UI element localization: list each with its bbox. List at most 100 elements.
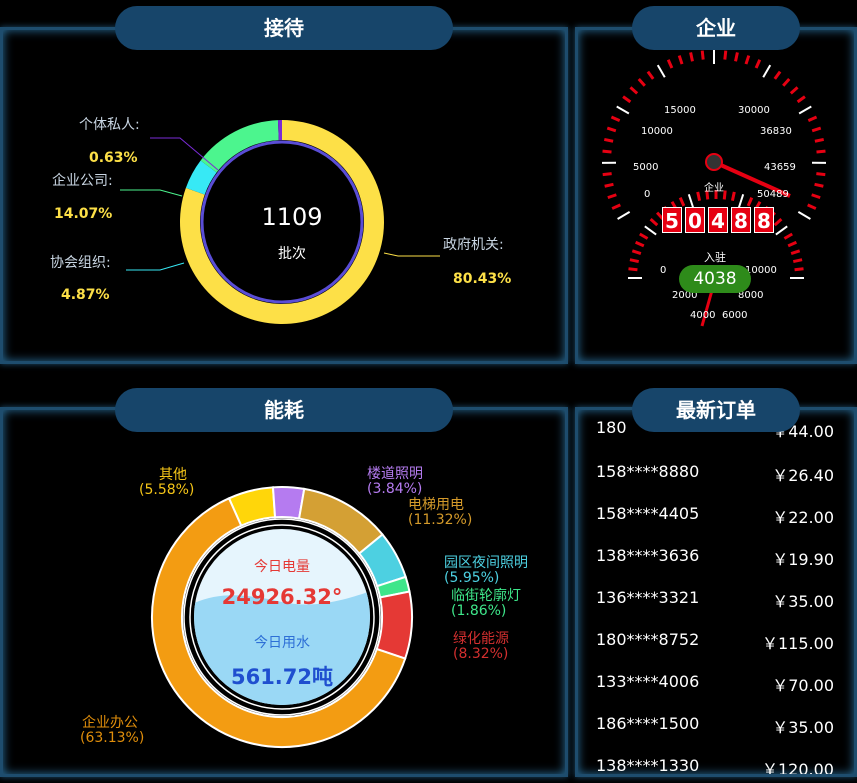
- gauge-tick: [816, 149, 826, 154]
- g1-tick-5: 36830: [760, 126, 792, 137]
- gauge-tick: [787, 240, 798, 248]
- gauge-tick: [746, 196, 754, 207]
- gauge-tick: [792, 258, 803, 264]
- gauge-tick: [639, 232, 649, 240]
- gauge-tick: [617, 211, 631, 220]
- order-row: 138****3636 ￥19.90: [578, 546, 854, 588]
- order-phone: 138****3636: [596, 546, 700, 565]
- order-phone: 136****3321: [596, 588, 700, 607]
- gauge-tick: [634, 240, 645, 248]
- g1-digit: 5: [662, 207, 682, 233]
- order-phone: 158****8880: [596, 462, 700, 481]
- g2-tick-2: 4000: [690, 310, 716, 321]
- order-phone: 180****8752: [596, 630, 700, 649]
- gauge-tick: [604, 182, 614, 188]
- pct-night-light: (5.95%): [444, 570, 500, 586]
- gauge-tick: [656, 64, 666, 78]
- gauge-tick: [807, 115, 818, 123]
- gauge-tick: [797, 211, 811, 220]
- pct-private: 0.63%: [89, 150, 138, 166]
- gauge-tick: [629, 258, 640, 264]
- g1-tick-3: 15000: [664, 105, 696, 116]
- gauge-tick: [814, 137, 825, 143]
- g1-digit-display: 50488: [662, 207, 777, 233]
- gauge-tick: [649, 218, 659, 227]
- pct-company: 14.07%: [54, 206, 113, 222]
- leader-line-assoc: [126, 262, 185, 271]
- gauge-tick: [730, 191, 736, 202]
- order-phone: 186****1500: [596, 714, 700, 733]
- water-label: 今日用水: [254, 635, 310, 651]
- donut-slice[interactable]: [375, 590, 413, 660]
- label-company: 企业公司:: [52, 173, 113, 189]
- gauge-tick: [734, 52, 739, 62]
- gauge-tick: [794, 267, 804, 272]
- water-value: 561.72吨: [230, 665, 334, 689]
- pct-green: (8.32%): [453, 646, 509, 662]
- g1-digit: 4: [708, 207, 728, 233]
- gauge-tick: [789, 86, 799, 95]
- gauge-tick: [811, 193, 821, 200]
- gauge-tick: [631, 249, 642, 256]
- gauge-tick: [622, 95, 632, 104]
- gauge-tick: [782, 78, 791, 87]
- gauge-tick: [775, 225, 788, 236]
- gauge-tick: [602, 149, 612, 154]
- order-row: 186****1500 ￥35.00: [578, 714, 854, 756]
- enterprise-gauges: [601, 50, 827, 327]
- gauge-tick: [677, 55, 684, 65]
- pct-elevator: (11.32%): [408, 512, 473, 528]
- gauge-tick: [796, 95, 806, 104]
- reception-donut-chart: [120, 120, 440, 325]
- pct-gov: 80.43%: [453, 271, 512, 287]
- gauge-tick: [602, 172, 612, 177]
- order-amount: ￥120.00: [762, 760, 834, 774]
- label-green: 绿化能源: [453, 631, 509, 647]
- order-amount: ￥115.00: [762, 634, 834, 653]
- pct-assoc: 4.87%: [61, 287, 110, 303]
- order-phone: 158****4405: [596, 504, 700, 523]
- gauge-tick: [722, 190, 727, 200]
- g1-digit: 0: [685, 207, 705, 233]
- gauge-tick: [696, 191, 702, 202]
- energy-title: 能耗: [115, 388, 453, 432]
- gauge-tick: [606, 126, 617, 133]
- gauge-tick: [814, 182, 824, 188]
- leader-line-company: [120, 189, 183, 197]
- pct-office: (63.13%): [80, 730, 145, 746]
- label-elevator: 电梯用电: [408, 497, 464, 513]
- gauge-tick: [754, 59, 762, 69]
- label-other: 其他: [159, 467, 187, 483]
- gauge-tick: [744, 55, 751, 65]
- order-phone: 133****4006: [596, 672, 700, 691]
- g1-tick-6: 43659: [764, 162, 796, 173]
- gauge-tick: [607, 193, 617, 200]
- gauge-tick: [816, 172, 826, 177]
- gauge-tick: [783, 232, 793, 240]
- order-row: 158****8880 ￥26.40: [578, 462, 854, 504]
- g1-digit: 8: [754, 207, 774, 233]
- order-amount: ￥35.00: [772, 592, 834, 611]
- order-row: 133****4006 ￥70.00: [578, 672, 854, 714]
- pct-other: (5.58%): [139, 482, 195, 498]
- order-amount: ￥26.40: [772, 466, 834, 485]
- order-amount: ￥19.90: [772, 550, 834, 569]
- g1-tick-2: 10000: [641, 126, 673, 137]
- pct-outline-light: (1.86%): [451, 603, 507, 619]
- order-amount: ￥70.00: [772, 676, 834, 695]
- g1-tick-0: 0: [644, 189, 651, 200]
- order-amount: ￥22.00: [772, 508, 834, 527]
- gauge-tick: [637, 78, 646, 87]
- label-office: 企业办公: [82, 715, 138, 731]
- orders-panel: 180 ￥44.00 158****8880 ￥26.40 158****4405 ￥…: [575, 407, 857, 777]
- gauge-tick: [628, 267, 638, 272]
- gauge-tick: [798, 105, 812, 115]
- order-row: 136****3321 ￥35.00: [578, 588, 854, 630]
- reception-title: 接待: [115, 6, 453, 50]
- electricity-value: 24926.32°: [221, 585, 343, 609]
- gauge-tick: [629, 86, 639, 95]
- gauge-tick: [666, 59, 674, 69]
- orders-list[interactable]: 180 ￥44.00 158****8880 ￥26.40 158****4405 ￥…: [578, 410, 854, 774]
- label-corridor: 楼道照明: [367, 466, 423, 482]
- gauge-tick: [773, 70, 782, 80]
